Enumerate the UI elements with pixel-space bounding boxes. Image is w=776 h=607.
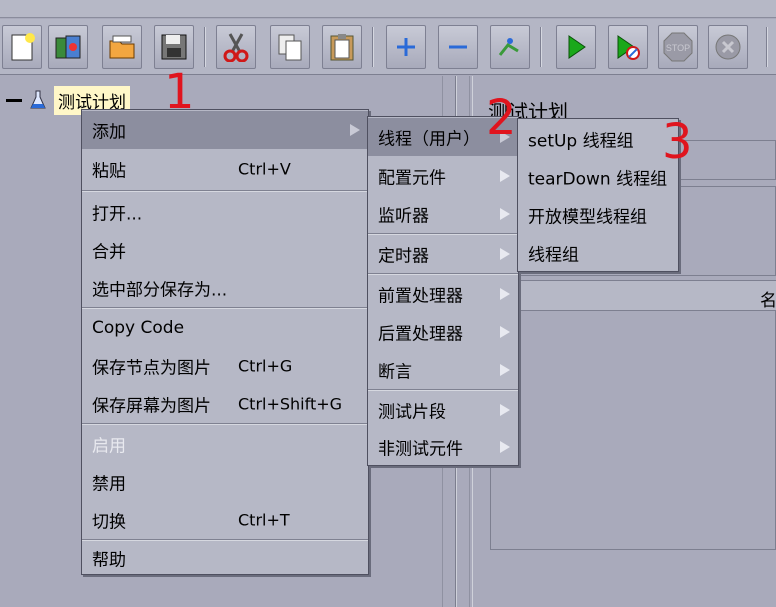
menu-item-label: 后置处理器	[378, 324, 463, 345]
menu-item-label: 禁用	[92, 474, 126, 495]
toolbar: STOP	[0, 19, 776, 75]
menu-item-disable[interactable]: 禁用	[82, 463, 368, 501]
submenu-arrow-icon	[500, 404, 510, 416]
submenu-arrow-icon	[500, 440, 510, 453]
menu-item-shortcut: Ctrl+G	[238, 356, 293, 376]
thread-submenu: setUp 线程组 tearDown 线程组 开放模型线程组 线程组	[517, 118, 679, 272]
menu-item-help[interactable]: 帮助	[82, 541, 368, 575]
menu-item-merge[interactable]: 合并	[82, 231, 368, 269]
annotation-2: 2	[486, 90, 517, 146]
variables-table: 名	[490, 280, 776, 550]
collapse-handle-icon[interactable]	[6, 98, 22, 102]
stop-icon: STOP	[658, 25, 698, 69]
start-icon[interactable]	[556, 25, 596, 69]
expand-icon[interactable]	[386, 25, 426, 69]
menu-item-label: 保存屏幕为图片	[92, 396, 211, 417]
flask-icon	[30, 90, 46, 109]
menu-item-open-model-thread-group[interactable]: 开放模型线程组	[518, 196, 678, 234]
menu-item-label: 帮助	[92, 550, 126, 571]
menu-item-shortcut: Ctrl+Shift+G	[238, 394, 343, 414]
menu-item-assertion[interactable]: 断言	[368, 351, 518, 389]
menu-item-copy-code[interactable]: Copy Code	[82, 309, 368, 347]
menu-item-label: Copy Code	[92, 318, 185, 338]
new-icon[interactable]	[2, 25, 42, 69]
menu-item-enable: 启用	[82, 425, 368, 463]
menu-item-config-element[interactable]: 配置元件	[368, 157, 518, 195]
submenu-arrow-icon	[500, 208, 510, 220]
start-no-pause-icon[interactable]	[608, 25, 648, 69]
cut-icon[interactable]	[216, 25, 256, 69]
menu-item-timer[interactable]: 定时器	[368, 235, 518, 273]
menu-item-shortcut: Ctrl+T	[238, 510, 290, 530]
column-header-name: 名	[760, 291, 776, 311]
menu-item-label: 非测试元件	[378, 439, 463, 459]
annotation-1: 1	[164, 64, 195, 120]
menu-item-save-selection[interactable]: 选中部分保存为...	[82, 269, 368, 307]
table-header: 名	[491, 281, 776, 311]
menu-item-label: 添加	[92, 122, 126, 143]
menu-item-non-test-element[interactable]: 非测试元件	[368, 428, 518, 465]
menu-item-paste[interactable]: 粘贴 Ctrl+V	[82, 150, 368, 188]
open-icon[interactable]	[102, 25, 142, 69]
menu-item-save-node-image[interactable]: 保存节点为图片 Ctrl+G	[82, 347, 368, 385]
submenu-arrow-icon	[500, 364, 510, 376]
menu-item-setup-thread-group[interactable]: setUp 线程组	[518, 120, 678, 158]
menu-item-pre-processor[interactable]: 前置处理器	[368, 275, 518, 313]
menu-item-label: 打开...	[92, 204, 143, 225]
menu-item-label: 合并	[92, 242, 126, 263]
submenu-arrow-icon	[500, 326, 510, 338]
context-menu: 添加 粘贴 Ctrl+V 打开... 合并 选中部分保存为... Copy Co…	[81, 109, 369, 575]
menu-item-label: 启用	[92, 436, 126, 457]
submenu-arrow-icon	[500, 170, 510, 182]
menu-item-label: 线程（用户）	[378, 129, 480, 150]
annotation-3: 3	[662, 114, 693, 170]
templates-icon[interactable]	[48, 25, 88, 69]
menu-item-teardown-thread-group[interactable]: tearDown 线程组	[518, 158, 678, 196]
shutdown-icon	[708, 25, 748, 69]
menu-item-label: setUp 线程组	[528, 131, 634, 152]
menu-item-label: 前置处理器	[378, 286, 463, 307]
menu-item-label: 切换	[92, 512, 126, 533]
collapse-icon[interactable]	[438, 25, 478, 69]
menu-item-label: 配置元件	[378, 168, 446, 189]
menu-item-label: 开放模型线程组	[528, 207, 647, 228]
menu-item-label: 粘贴	[92, 161, 126, 182]
menu-item-label: 定时器	[378, 246, 429, 267]
toggle-icon[interactable]	[490, 25, 530, 69]
menu-bar	[0, 0, 776, 18]
menu-item-thread-group[interactable]: 线程组	[518, 234, 678, 271]
submenu-arrow-icon	[350, 124, 360, 136]
menu-item-test-fragment[interactable]: 测试片段	[368, 391, 518, 429]
menu-item-label: 保存节点为图片	[92, 358, 211, 379]
svg-text:STOP: STOP	[666, 43, 690, 53]
menu-item-label: 测试片段	[378, 402, 446, 423]
submenu-arrow-icon	[500, 248, 510, 260]
menu-item-label: 线程组	[528, 245, 579, 265]
submenu-arrow-icon	[500, 288, 510, 300]
menu-item-label: 监听器	[378, 206, 429, 227]
save-icon[interactable]	[154, 25, 194, 69]
menu-item-save-screen-image[interactable]: 保存屏幕为图片 Ctrl+Shift+G	[82, 385, 368, 423]
add-submenu: 线程（用户） 配置元件 监听器 定时器 前置处理器 后置处理器 断言 测试片段 …	[367, 116, 519, 466]
menu-item-listener[interactable]: 监听器	[368, 195, 518, 233]
menu-item-toggle[interactable]: 切换 Ctrl+T	[82, 501, 368, 539]
paste-icon[interactable]	[322, 25, 362, 69]
menu-item-shortcut: Ctrl+V	[238, 159, 291, 179]
menu-item-add[interactable]: 添加	[82, 111, 368, 149]
menu-item-label: tearDown 线程组	[528, 169, 668, 190]
menu-item-label: 选中部分保存为...	[92, 280, 228, 301]
menu-item-post-processor[interactable]: 后置处理器	[368, 313, 518, 351]
copy-icon[interactable]	[270, 25, 310, 69]
menu-item-label: 断言	[378, 362, 412, 383]
menu-item-open[interactable]: 打开...	[82, 193, 368, 231]
